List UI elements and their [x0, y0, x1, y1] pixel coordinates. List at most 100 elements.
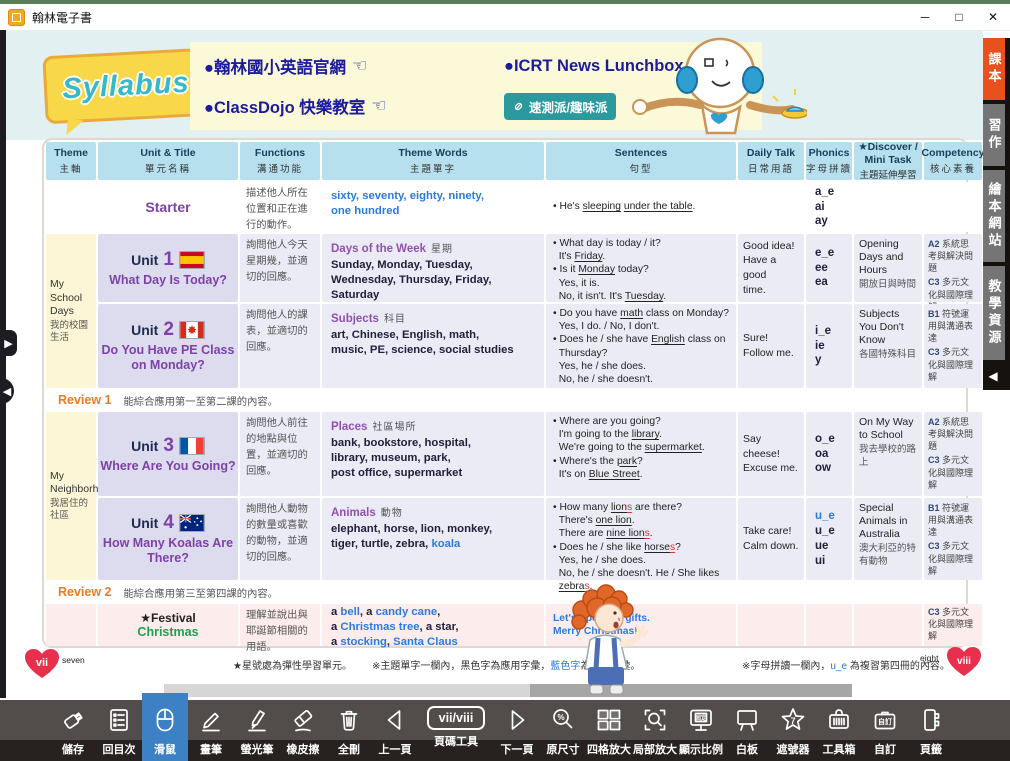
hand-pointer-icon: ☜	[371, 96, 386, 116]
tool-page-tabs[interactable]: 頁籤	[908, 700, 954, 761]
unit-2-row: Unit2 Do You Have PE Class on Monday? 詢問…	[98, 304, 982, 388]
whiteboard-icon	[732, 705, 762, 735]
theme-cell: My Neighborhood 我居住的社區	[46, 412, 96, 580]
pen-icon	[196, 705, 226, 735]
bottom-toolbar: 儲存 回目次 滑鼠 畫筆 螢光筆 橡皮擦 全刪 上一頁	[0, 700, 1010, 761]
flag-canada-icon	[179, 321, 205, 339]
footnote-phonics: ※字母拼讀一欄內，u_e 為複習第四冊的內容。	[742, 657, 950, 672]
festival-title: ★Festival	[140, 611, 195, 625]
unit-4-row: Unit4 How Many Koalas Are There? 詢問他人動物的…	[98, 498, 982, 580]
svg-text:7: 7	[790, 716, 795, 726]
usb-save-icon	[58, 705, 88, 735]
app-window: 翰林電子書 ─ □ ✕ ▶ ◀ Syllabus ●翰林國小英語官網☜ ●ICR…	[0, 0, 1010, 761]
cell-functions: 描述他人所在位置和正在進行的動作。	[240, 182, 320, 232]
page-word-left: seven	[62, 655, 85, 665]
theme-cell: My School Days 我的校園生活	[46, 234, 96, 388]
svg-text:viii: viii	[957, 656, 971, 667]
quiz-link-button[interactable]: 速測派/趣味派	[504, 93, 616, 120]
tool-prev-page[interactable]: 上一頁	[372, 700, 418, 761]
zoom-reset-icon: %	[548, 705, 578, 735]
syllabus-logo: Syllabus	[42, 48, 209, 124]
tool-four-pane-zoom[interactable]: 四格放大	[586, 700, 632, 761]
tool-toolbox[interactable]: 工具箱	[816, 700, 862, 761]
custom-case-icon: 自訂	[870, 705, 900, 735]
page-banner: Syllabus ●翰林國小英語官網☜ ●ICRT News Lunchbox☜…	[6, 30, 983, 140]
link-classdojo[interactable]: ●ClassDojo 快樂教室☜	[204, 86, 504, 126]
maximize-button[interactable]: □	[942, 4, 976, 30]
tab-teaching-resources[interactable]: 教學資源	[983, 266, 1005, 360]
tool-mouse[interactable]: 滑鼠	[142, 693, 188, 761]
window-title: 翰林電子書	[32, 9, 92, 26]
flag-france-icon	[179, 437, 205, 455]
bookmark-tabs-icon	[916, 705, 946, 735]
cell-phonics: a_eaiay	[806, 182, 852, 232]
toc-icon	[104, 705, 134, 735]
minimize-button[interactable]: ─	[908, 4, 942, 30]
tool-custom[interactable]: 自訂 自訂	[862, 700, 908, 761]
toolbox-icon	[824, 705, 854, 735]
tool-whiteboard[interactable]: 白板	[724, 700, 770, 761]
mouse-icon	[150, 705, 180, 735]
area-zoom-icon	[640, 705, 670, 735]
grid-zoom-icon	[593, 705, 625, 735]
tool-original-size[interactable]: % 原尺寸	[540, 700, 586, 761]
right-tab-rail: 課本 習作 繪本網站 教學資源 ◀	[983, 38, 1010, 390]
link-hanlin-site[interactable]: ●翰林國小英語官網☜	[204, 46, 504, 86]
starter-row: Starter 描述他人所在位置和正在進行的動作。 sixty, seventy…	[46, 182, 964, 232]
tool-next-page[interactable]: 下一頁	[494, 700, 540, 761]
tool-delete-all[interactable]: 全刪	[326, 700, 372, 761]
festival-name: Christmas	[137, 625, 198, 639]
star-picker-icon: 7	[778, 705, 808, 735]
unit-3-row: Unit3 Where Are You Going? 詢問他人前往的地點與位置，…	[98, 412, 982, 496]
horizontal-scrollbar[interactable]	[164, 684, 852, 697]
cell-sentences: • He's sleeping under the table.	[546, 182, 736, 232]
hand-pointer-icon: ☜	[352, 56, 367, 76]
collapse-panel-arrow[interactable]: ◀	[0, 378, 14, 404]
eraser-icon	[288, 705, 318, 735]
page-word-right: eight	[920, 653, 938, 663]
syllabus-page: Theme主軸 Unit & Title單元名稱 Functions溝通功能 T…	[42, 138, 968, 648]
review-1-row: Review 1 能綜合應用第一至第二課的內容。	[46, 390, 964, 410]
tool-pen[interactable]: 畫筆	[188, 700, 234, 761]
review-2-row: Review 2 能綜合應用第三至第四課的內容。	[46, 582, 964, 602]
close-button[interactable]: ✕	[976, 4, 1010, 30]
link-icon	[513, 101, 524, 112]
unit-1-row: Unit1 What Day Is Today? 詢問他人今天星期幾，並適切的回…	[98, 234, 982, 302]
tab-picturebook-site[interactable]: 繪本網站	[983, 170, 1005, 262]
flag-australia-icon	[179, 514, 205, 532]
titlebar: 翰林電子書 ─ □ ✕	[0, 4, 1010, 31]
theme-group-neighborhood: My Neighborhood 我居住的社區 Unit3 Where Are Y…	[46, 412, 964, 580]
flag-spain-icon	[179, 251, 205, 269]
tool-area-zoom[interactable]: 局部放大	[632, 700, 678, 761]
footnote-star: ★星號處為彈性學習單元。	[233, 657, 352, 672]
theme-group-school-days: My School Days 我的校園生活 Unit1 What Day Is …	[46, 234, 964, 388]
robot-mascot	[602, 32, 807, 140]
page-number-heart-right: viii	[946, 646, 982, 678]
tool-display-ratio[interactable]: 固定 顯示比例	[678, 700, 724, 761]
tab-workbook[interactable]: 習作	[983, 104, 1005, 166]
svg-text:自訂: 自訂	[878, 717, 892, 726]
trash-icon	[334, 705, 364, 735]
boy-character	[552, 584, 656, 698]
display-ratio-icon: 固定	[686, 705, 716, 735]
cell-theme-words: sixty, seventy, eighty, ninety,one hundr…	[331, 189, 535, 219]
svg-text:%: %	[557, 713, 564, 722]
next-page-icon	[502, 705, 532, 735]
starter-title: Starter	[98, 182, 238, 232]
tool-number-picker[interactable]: 7 遮號器	[770, 700, 816, 761]
expand-panel-arrow[interactable]: ▶	[0, 330, 17, 356]
table-header-row: Theme主軸 Unit & Title單元名稱 Functions溝通功能 T…	[46, 142, 964, 180]
svg-text:固定: 固定	[695, 714, 707, 722]
page-indicator: vii/viii	[427, 706, 486, 730]
collapse-tabs-arrow[interactable]: ◀	[983, 364, 1003, 388]
tool-eraser[interactable]: 橡皮擦	[280, 700, 326, 761]
tool-toc[interactable]: 回目次	[96, 700, 142, 761]
tab-textbook[interactable]: 課本	[983, 38, 1005, 100]
festival-row: ★Festival Christmas 理解並說出與耶誕節相關的用語。 a be…	[46, 604, 964, 646]
tool-page-indicator[interactable]: vii/viii 頁碼工具	[418, 700, 494, 761]
tool-save[interactable]: 儲存	[50, 700, 96, 761]
svg-text:vii: vii	[36, 657, 48, 669]
tool-highlighter[interactable]: 螢光筆	[234, 700, 280, 761]
highlighter-icon	[242, 705, 272, 735]
prev-page-icon	[380, 705, 410, 735]
